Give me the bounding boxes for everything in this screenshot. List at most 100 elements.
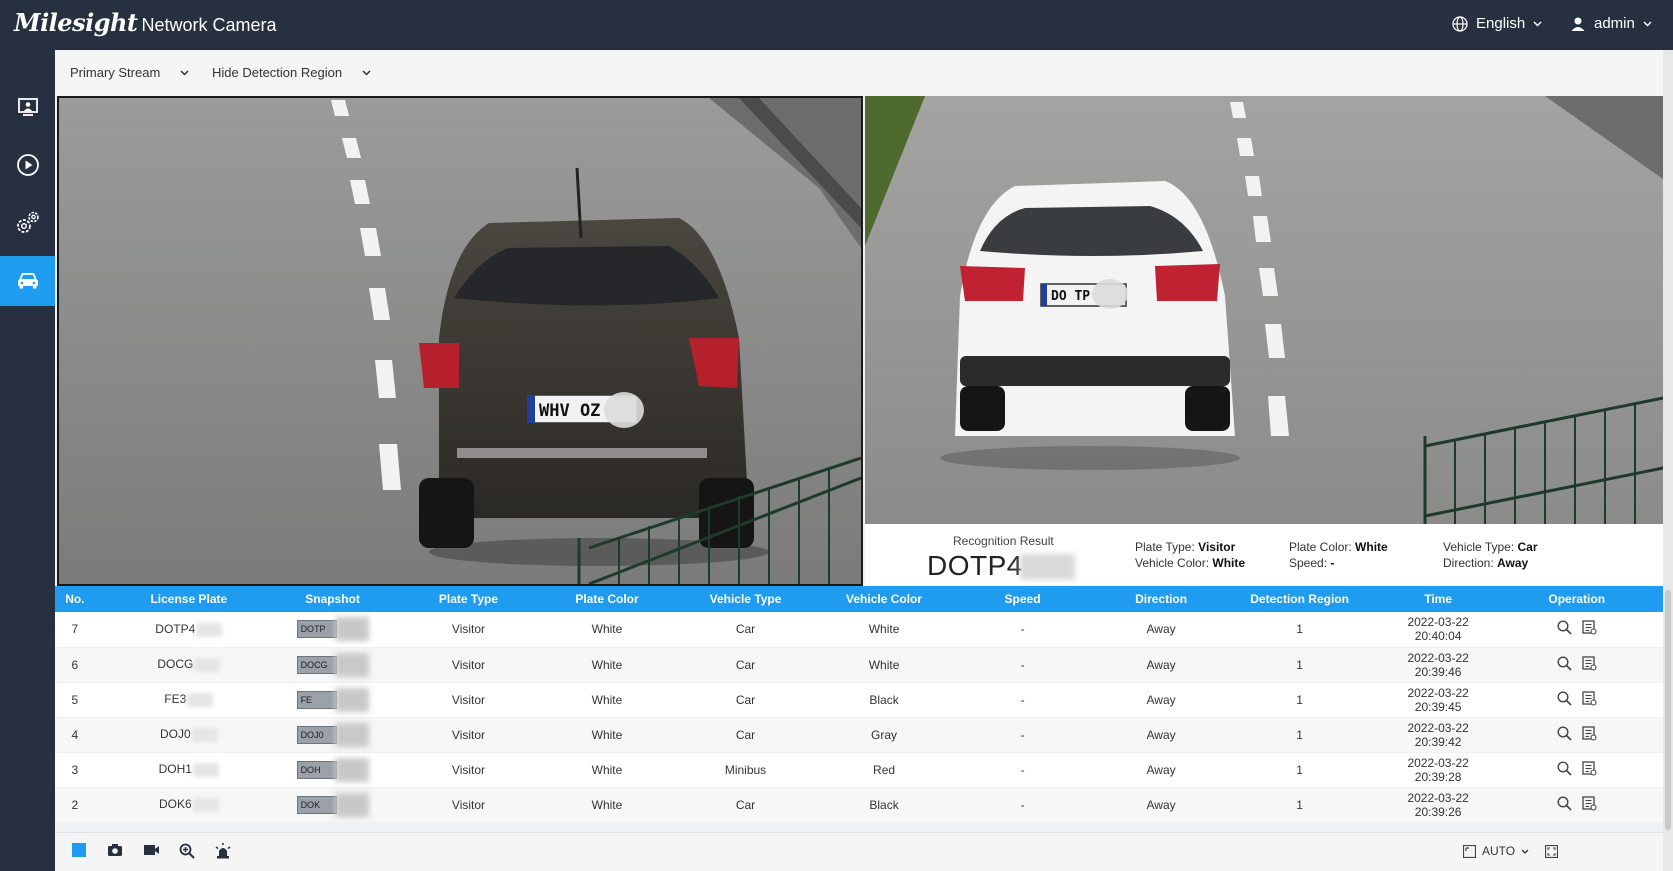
col-header[interactable]: Speed [936,586,1109,612]
search-icon[interactable] [1557,760,1572,776]
region-label: Hide Detection Region [212,65,343,80]
camera-view-snapshot[interactable]: DO TP [865,96,1673,524]
search-icon[interactable] [1557,690,1572,706]
table-row[interactable]: 7 DOTP4 DOTP Visitor White Car White - Away 1 2022… [55,612,1663,648]
col-header[interactable]: Direction [1108,586,1214,612]
col-header[interactable]: Detection Region [1213,586,1386,612]
direction-field: Direction: Away [1443,556,1529,570]
zoom-in-icon[interactable] [179,843,195,859]
snapshot-thumbnail[interactable]: DOH [296,757,369,782]
snapshot-thumbnail[interactable]: DOJ0 [296,722,369,747]
time-cell: 2022-03-22 20:39:26 [1385,787,1491,823]
snapshot-cell: DOTP [282,612,383,648]
plate-blur-mask [192,797,219,812]
stop-icon[interactable] [72,843,86,857]
snapshot-cell: DOK [282,787,383,823]
speed-cell: - [936,612,1109,648]
camera-icon[interactable] [107,843,123,857]
col-header[interactable]: Snapshot [282,586,383,612]
camera-view-primary[interactable]: WHV OZ [57,96,863,586]
display-mode-selector[interactable]: AUTO [1463,844,1559,858]
details-icon[interactable] [1582,725,1597,741]
col-header[interactable]: Plate Color [554,586,660,612]
details-icon[interactable] [1582,795,1597,811]
speed-field: Speed: - [1289,556,1335,570]
col-header[interactable]: Time [1385,586,1491,612]
plate-color-cell: White [554,787,660,823]
snapshot-plate-text: FE [296,690,337,709]
details-icon[interactable] [1582,760,1597,776]
details-icon[interactable] [1582,655,1597,671]
col-header[interactable]: Vehicle Color [831,586,937,612]
table-row[interactable]: 2 DOK6 DOK Visitor White Car Black - Away 1 2022-0… [55,787,1663,823]
license-plate-text: DOK6 [158,797,192,812]
no-cell: 6 [55,647,95,683]
globe-icon [1452,15,1468,32]
license-plate-text: DOCG [157,657,194,672]
vehicle-type-cell: Car [659,787,832,823]
plate-blur-mask [192,762,219,777]
vehicle-color-cell: Gray [831,717,937,753]
snapshot-thumbnail[interactable]: DOTP [296,617,369,642]
table-row[interactable]: 3 DOH1 DOH Visitor White Minibus Red - Away 1 2022… [55,752,1663,788]
speed-cell: - [936,647,1109,683]
sidebar-item-playback[interactable] [0,140,55,190]
search-icon[interactable] [1557,620,1572,635]
vertical-scrollbar[interactable] [1663,50,1673,871]
sidebar-item-vehicle[interactable] [0,256,55,306]
region-cell: 1 [1213,682,1386,718]
road-scene-left: WHV OZ [59,98,861,584]
vehicle-type-cell: Car [659,647,832,683]
scrollbar-thumb[interactable] [1665,590,1671,830]
table-row[interactable]: 4 DOJ0 DOJ0 Visitor White Car Gray - Away 1 2022-0… [55,717,1663,753]
plate-blur-mask [1020,554,1075,580]
user-menu[interactable]: admin [1570,15,1652,32]
sidebar-item-settings[interactable] [0,198,55,248]
main-content: Primary Stream Hide Detection Region WHV… [55,50,1673,871]
snapshot-blur-mask [334,687,369,712]
license-plate-cell: FE3 [94,682,283,718]
search-icon[interactable] [1557,655,1572,671]
vehicle-type-field: Vehicle Type: Car [1443,540,1538,554]
table-row[interactable]: 6 DOCG DOCG Visitor White Car White - Away 1 2022-… [55,647,1663,683]
license-plate-cell: DOK6 [94,787,283,823]
col-header[interactable]: Operation [1490,586,1663,612]
col-header[interactable]: Vehicle Type [659,586,832,612]
time-cell: 2022-03-22 20:39:42 [1385,717,1491,753]
fullscreen-icon[interactable] [1545,844,1559,858]
search-icon[interactable] [1557,795,1572,811]
snapshot-thumbnail[interactable]: DOCG [296,652,369,677]
language-selector[interactable]: English [1452,15,1542,32]
snapshot-thumbnail[interactable]: DOK [296,792,369,817]
snapshot-thumbnail[interactable]: FE [296,687,369,712]
table-row[interactable]: 5 FE3 FE Visitor White Car Black - Away 1 2022-03-… [55,682,1663,718]
search-icon[interactable] [1557,725,1572,741]
vehicle-type-cell: Car [659,682,832,718]
road-scene-right: DO TP [865,96,1673,524]
sidebar-item-live-view[interactable] [0,82,55,132]
plate-blur-mask [194,657,221,672]
recognition-table: No. License Plate Snapshot Plate Type Pl… [55,586,1663,823]
recognition-plate: DOTP4 [927,550,1023,581]
stream-selector[interactable]: Primary Stream [70,65,189,80]
record-icon[interactable] [143,843,160,857]
col-header[interactable]: License Plate [94,586,283,612]
monitor-icon [17,98,38,116]
alarm-icon[interactable] [215,843,231,859]
col-header[interactable]: Plate Type [382,586,555,612]
right-plate-text: DO TP [1051,289,1090,304]
details-icon[interactable] [1582,690,1597,706]
aspect-ratio-icon [1463,844,1476,858]
details-icon[interactable] [1582,620,1597,635]
snapshot-plate-text: DOTP [296,620,337,639]
car-icon [17,273,38,289]
chevron-down-icon [1533,20,1542,27]
snapshot-blur-mask [334,722,369,747]
operation-cell [1490,682,1663,718]
plate-color-field: Plate Color: White [1289,540,1388,554]
col-header[interactable]: No. [55,586,95,612]
snapshot-blur-mask [334,652,369,677]
snapshot-blur-mask [334,757,369,782]
region-selector[interactable]: Hide Detection Region [212,65,371,80]
license-plate-cell: DOTP4 [94,612,283,648]
